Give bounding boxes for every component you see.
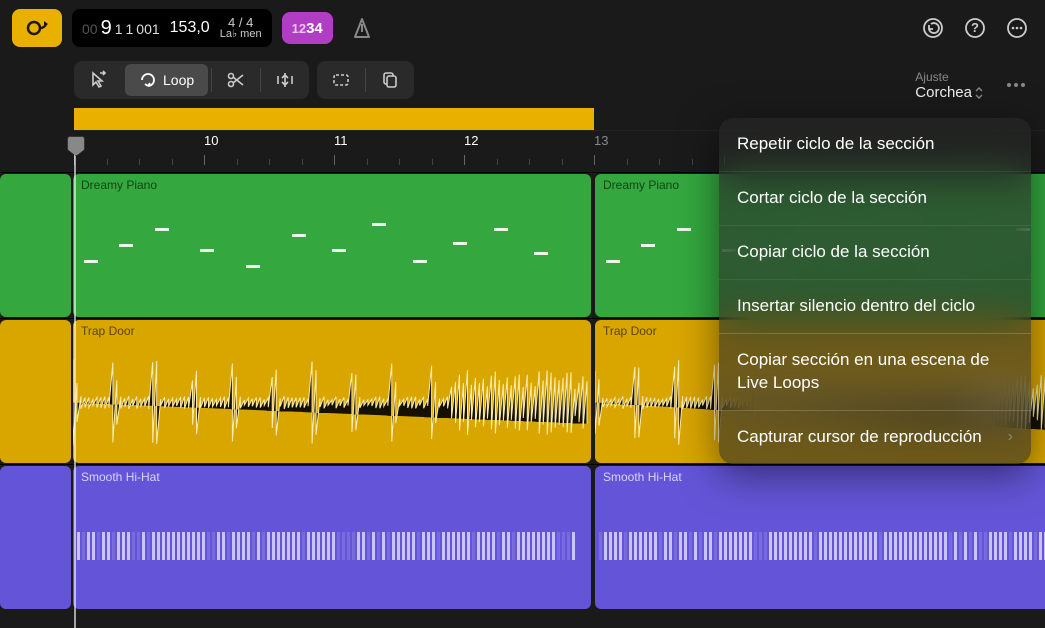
playhead[interactable] <box>74 136 76 628</box>
region-title: Smooth Hi-Hat <box>603 470 682 484</box>
lcd-key: La♭ men <box>220 29 262 40</box>
unfold-icon <box>975 87 983 99</box>
region[interactable] <box>0 466 71 609</box>
region-title: Dreamy Piano <box>81 178 157 192</box>
menu-item-label: Insertar silencio dentro del ciclo <box>737 295 975 318</box>
split-tool[interactable] <box>261 61 309 99</box>
region-title: Trap Door <box>603 324 657 338</box>
snap-value: Corchea <box>915 84 972 101</box>
help-icon: ? <box>964 17 986 39</box>
menu-item[interactable]: Insertar silencio dentro del ciclo <box>719 280 1031 334</box>
menu-item[interactable]: Copiar ciclo de la sección <box>719 226 1031 280</box>
region-title: Smooth Hi-Hat <box>81 470 160 484</box>
ruler-bar-number: 10 <box>204 133 218 148</box>
menu-item[interactable]: Cortar ciclo de la sección <box>719 172 1031 226</box>
menu-item[interactable]: Copiar sección en una escena de Live Loo… <box>719 334 1031 411</box>
region[interactable] <box>0 174 71 317</box>
count-in-button[interactable]: 1234 <box>282 12 333 44</box>
ruler-bar-number: 12 <box>464 133 478 148</box>
snap-control[interactable]: Ajuste Corchea <box>915 70 983 101</box>
undo-icon <box>922 17 944 39</box>
metronome-icon <box>351 17 373 39</box>
cycle-range[interactable] <box>74 108 594 130</box>
marquee-icon <box>331 70 351 90</box>
menu-item-label: Copiar ciclo de la sección <box>737 241 930 264</box>
menu-item-label: Capturar cursor de reproducción <box>737 426 982 449</box>
region-title: Trap Door <box>81 324 135 338</box>
toolbar-more-button[interactable] <box>1005 82 1027 88</box>
menu-item[interactable]: Repetir ciclo de la sección <box>719 118 1031 172</box>
ellipsis-icon <box>1006 17 1028 39</box>
lcd-beats: 1 <box>115 21 123 37</box>
more-button[interactable] <box>1001 12 1033 44</box>
ruler-bar-number: 11 <box>334 133 348 148</box>
help-button[interactable]: ? <box>959 12 991 44</box>
region[interactable]: Trap Door <box>73 320 591 463</box>
ruler-bar-number: 13 <box>594 133 608 148</box>
region-title: Dreamy Piano <box>603 178 679 192</box>
lcd-tempo: 153,0 <box>170 19 210 37</box>
split-icon <box>275 70 295 90</box>
menu-item-label: Cortar ciclo de la sección <box>737 187 927 210</box>
chevron-right-icon: › <box>1008 426 1013 448</box>
track[interactable]: Smooth Hi-Hat Smooth Hi-Hat <box>0 464 1045 610</box>
loop-tool[interactable]: Loop <box>125 64 208 96</box>
ellipsis-icon <box>1005 82 1027 88</box>
svg-text:?: ? <box>971 20 979 35</box>
loop-label: Loop <box>163 72 194 88</box>
region[interactable]: Smooth Hi-Hat <box>595 466 1045 609</box>
region[interactable]: Dreamy Piano <box>73 174 591 317</box>
scissors-tool[interactable] <box>212 61 260 99</box>
metronome-button[interactable] <box>343 12 381 44</box>
undo-button[interactable] <box>917 12 949 44</box>
lcd-div: 1 <box>126 21 134 37</box>
region[interactable] <box>0 320 71 463</box>
menu-item[interactable]: Capturar cursor de reproducción › <box>719 411 1031 464</box>
pointer-tool[interactable] <box>74 61 122 99</box>
menu-item-label: Repetir ciclo de la sección <box>737 133 934 156</box>
loop-icon <box>139 71 157 89</box>
region[interactable]: Smooth Hi-Hat <box>73 466 591 609</box>
menu-item-label: Copiar sección en una escena de Live Loo… <box>737 349 1013 395</box>
context-menu: Repetir ciclo de la sección Cortar ciclo … <box>719 118 1031 464</box>
cycle-icon <box>24 19 50 37</box>
copy-icon <box>380 70 400 90</box>
cycle-button[interactable] <box>12 9 62 47</box>
copy-tool[interactable] <box>366 61 414 99</box>
pointer-icon <box>88 70 108 90</box>
lcd-display[interactable]: 00 9 1 1 001 153,0 4 / 4 La♭ men <box>72 9 272 47</box>
snap-label: Ajuste <box>915 70 983 84</box>
scissors-icon <box>226 70 246 90</box>
lcd-ticks: 001 <box>136 21 159 37</box>
marquee-tool[interactable] <box>317 61 365 99</box>
lcd-bars: 9 <box>101 17 112 40</box>
